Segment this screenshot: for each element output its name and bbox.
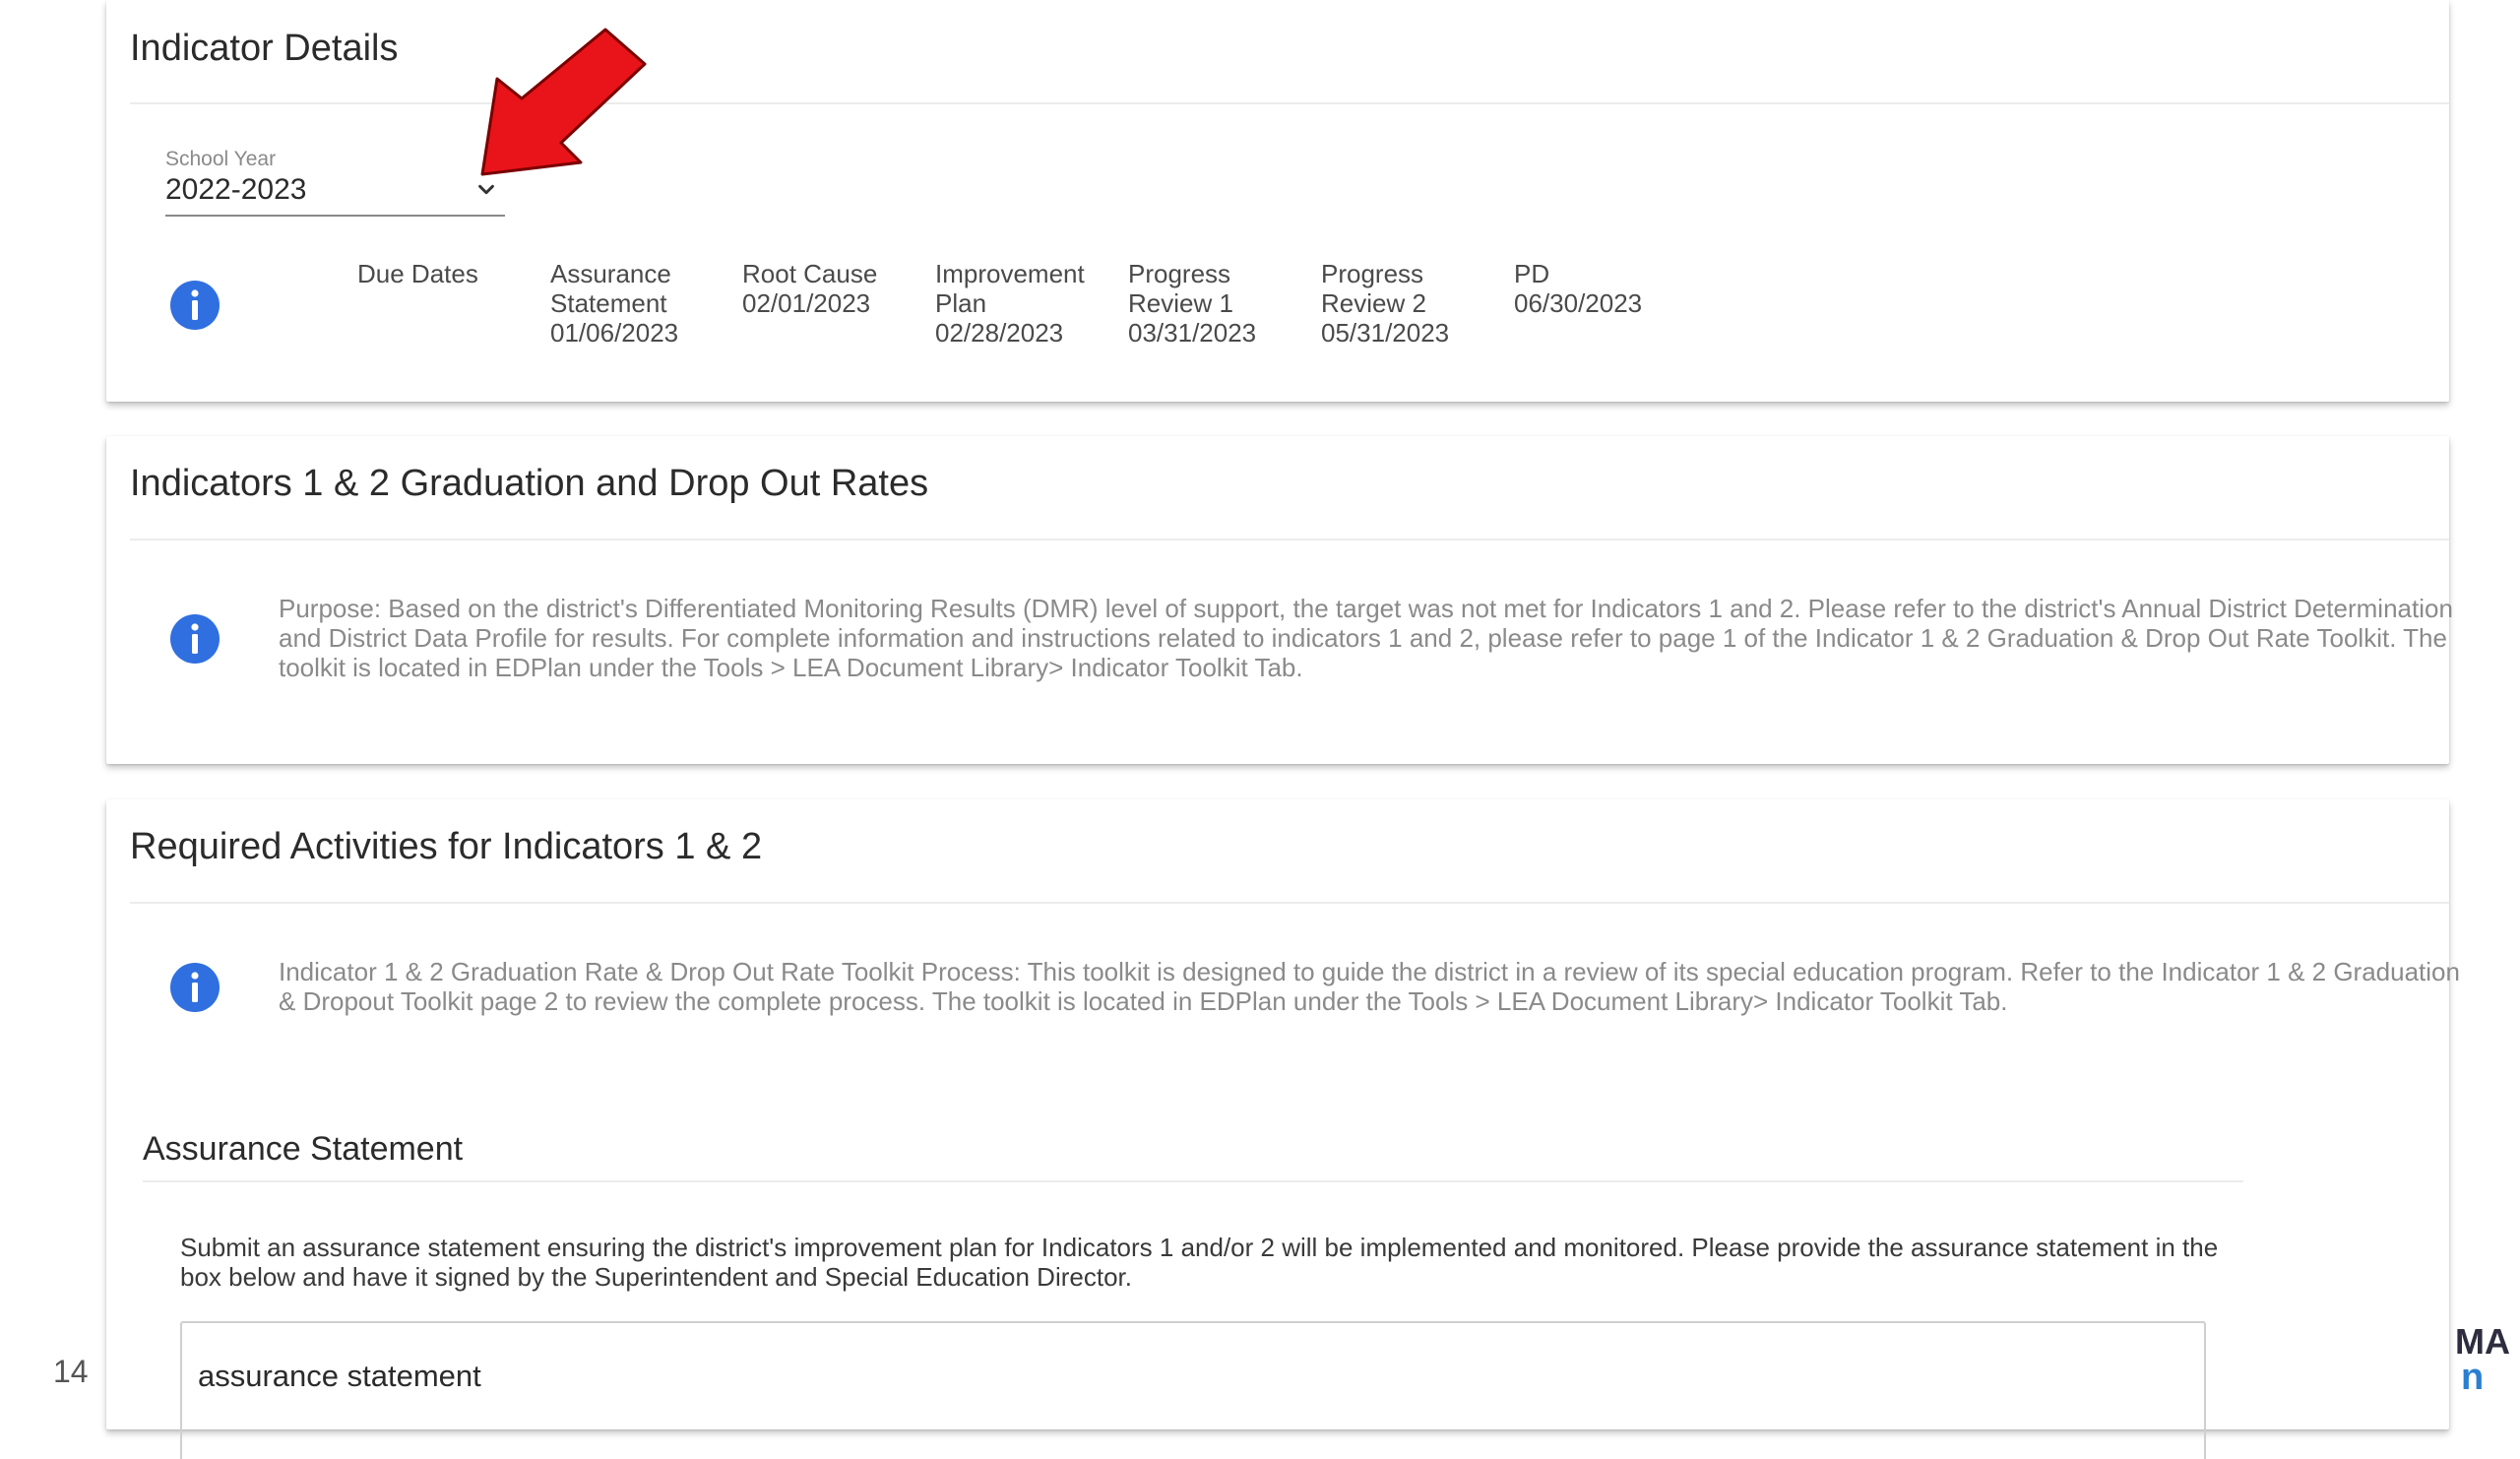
due-date-root-cause: Root Cause 02/01/2023 — [742, 259, 878, 318]
school-year-select[interactable]: School Year 2022-2023 — [165, 148, 505, 217]
assurance-statement-heading: Assurance Statement — [143, 1130, 464, 1168]
toolkit-process-text: Indicator 1 & 2 Graduation Rate & Drop O… — [279, 957, 2460, 1016]
indicator-details-title: Indicator Details — [130, 28, 399, 69]
page-number: 14 — [53, 1354, 89, 1389]
info-circle-icon[interactable] — [168, 961, 221, 1014]
assurance-statement-divider — [143, 1180, 2243, 1182]
graduation-dropout-card: Indicators 1 & 2 Graduation and Drop Out… — [106, 436, 2453, 764]
school-year-label: School Year — [165, 148, 277, 170]
info-circle-icon[interactable] — [168, 279, 221, 332]
due-date-assurance-statement: Assurance Statement 01/06/2023 — [550, 259, 679, 348]
due-date-progress-review-1: Progress Review 1 03/31/2023 — [1128, 259, 1257, 348]
assurance-statement-textbox[interactable]: assurance statement — [180, 1321, 2206, 1459]
assurance-statement-value: assurance statement — [198, 1359, 481, 1393]
required-activities-divider — [130, 902, 2449, 904]
assurance-statement-description: Submit an assurance statement ensuring t… — [180, 1233, 2219, 1292]
due-date-progress-review-2: Progress Review 2 05/31/2023 — [1321, 259, 1450, 348]
info-circle-icon[interactable] — [168, 612, 221, 666]
graduation-purpose-text: Purpose: Based on the district's Differe… — [279, 594, 2453, 682]
indicator-details-card: Indicator Details School Year 2022-2023 … — [106, 0, 2449, 402]
brand-logo-text-2: n — [2461, 1357, 2485, 1398]
graduation-card-title: Indicators 1 & 2 Graduation and Drop Out… — [130, 463, 929, 504]
red-arrow-icon — [480, 28, 647, 176]
chevron-down-icon[interactable] — [475, 179, 497, 201]
graduation-card-divider — [130, 539, 2449, 540]
due-date-pd: PD 06/30/2023 — [1514, 259, 1643, 318]
school-year-value: 2022-2023 — [165, 173, 307, 206]
due-date-improvement-plan: Improvement Plan 02/28/2023 — [935, 259, 1085, 348]
due-dates-label: Due Dates — [357, 259, 478, 288]
required-activities-title: Required Activities for Indicators 1 & 2 — [130, 826, 763, 867]
